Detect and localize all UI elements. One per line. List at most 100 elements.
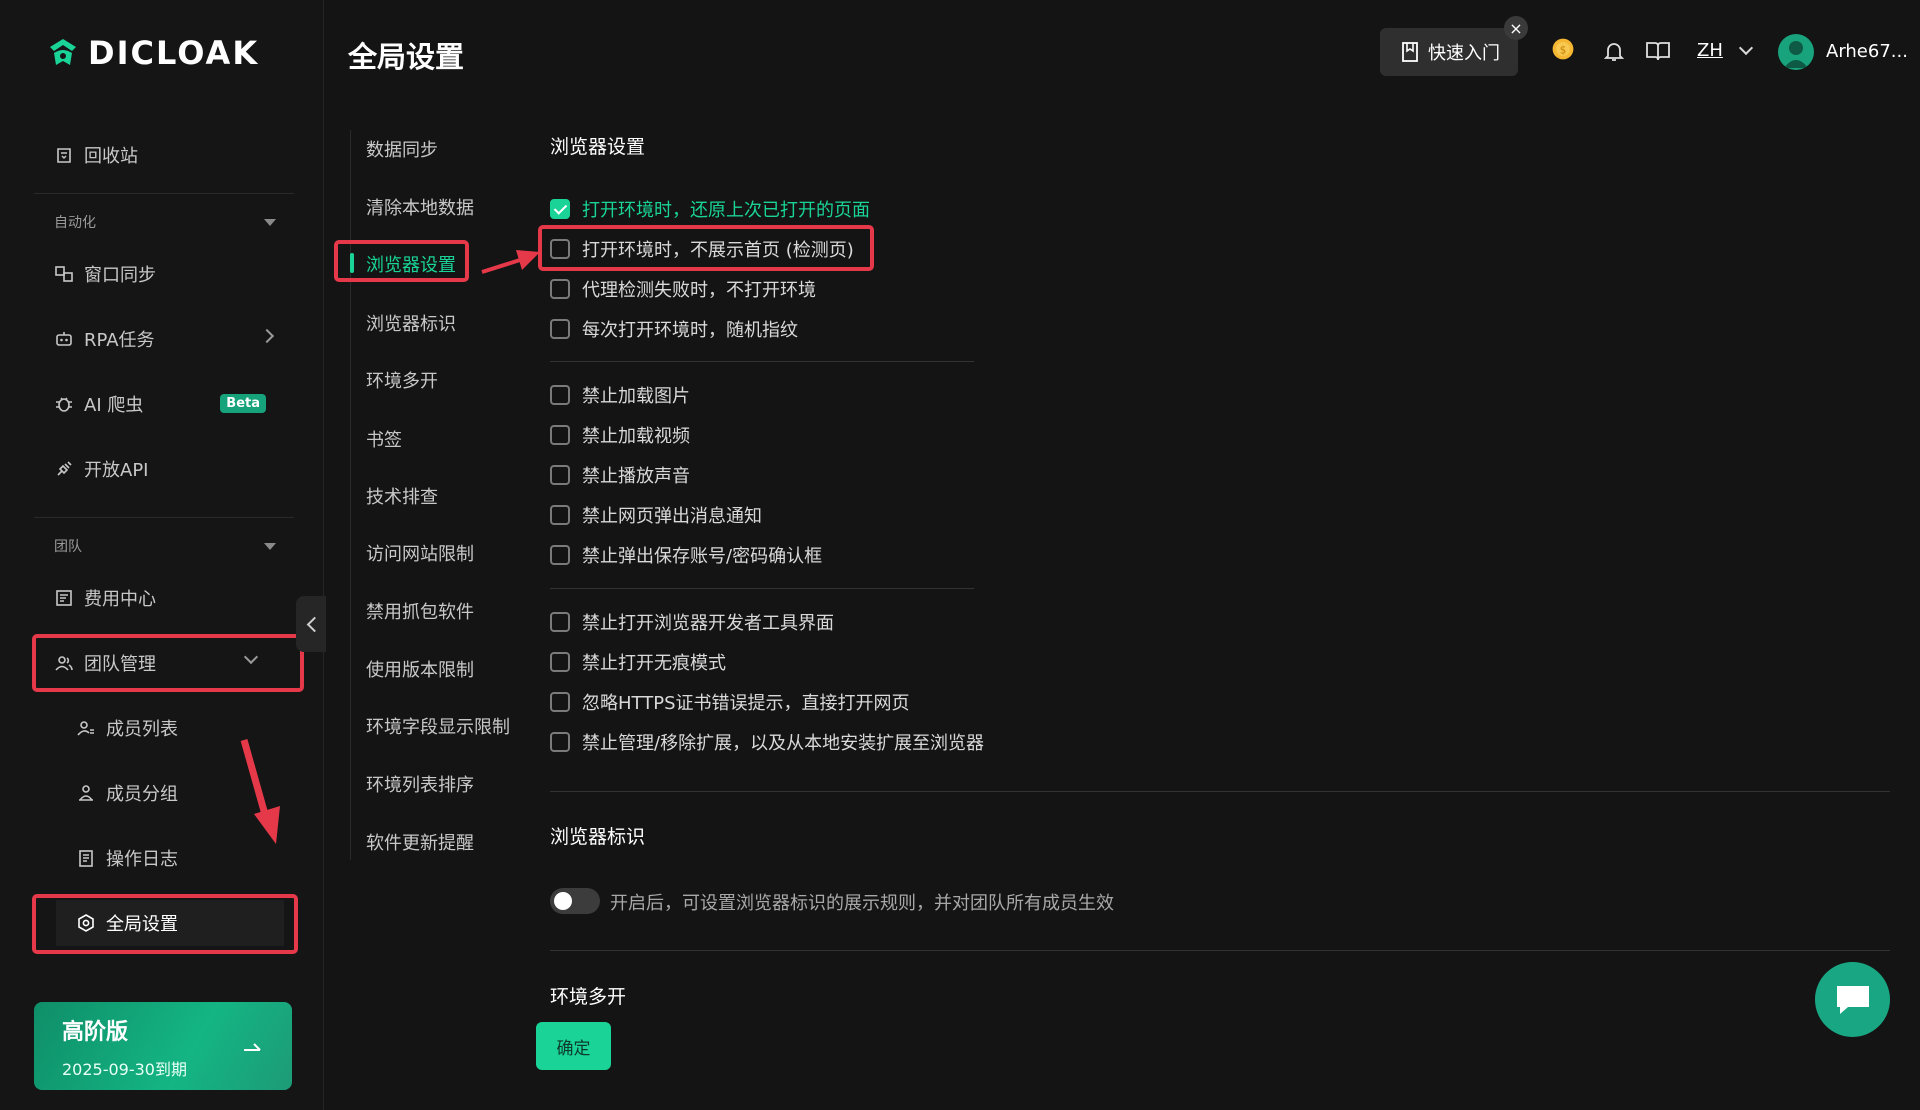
checkbox[interactable] [550,425,570,445]
checkbox-option[interactable]: 禁止加载视频 [550,422,690,448]
checkbox[interactable] [550,692,570,712]
plan-card[interactable]: 高阶版 2025-09-30到期 [34,1002,292,1090]
checkbox-option[interactable]: 禁止网页弹出消息通知 [550,502,762,528]
close-icon[interactable]: × [1504,16,1528,40]
user-list-icon [76,718,96,738]
language-select[interactable]: ZH [1697,40,1753,61]
checkbox-option[interactable]: 代理检测失败时，不打开环境 [550,276,816,302]
brand-logo[interactable]: DICLOAK [48,34,259,72]
coin-icon[interactable]: $ [1550,36,1576,62]
subnav-item[interactable]: 技术排查 [366,483,438,509]
bell-icon[interactable] [1601,38,1627,64]
caret-down-icon [264,218,276,226]
browser-identity-title: 浏览器标识 [550,826,646,848]
subnav-item[interactable]: 禁用抓包软件 [366,598,474,624]
robot-icon [54,329,74,349]
chevron-down-icon [1738,40,1753,55]
subnav-item[interactable]: 访问网站限制 [366,540,474,566]
collapse-sidebar-button[interactable] [296,596,326,652]
browser-settings-title: 浏览器设置 [550,136,646,158]
confirm-button[interactable]: 确定 [536,1022,611,1070]
subnav-item[interactable]: 环境字段显示限制 [366,713,510,739]
checkbox[interactable] [550,505,570,525]
checkbox-label: 禁止打开无痕模式 [582,653,726,674]
checkbox-label: 每次打开环境时，随机指纹 [582,320,798,341]
subnav-item[interactable]: 清除本地数据 [366,194,474,220]
subnav-item[interactable]: 浏览器标识 [366,310,456,336]
group-automation[interactable]: 自动化 [54,212,276,232]
checkbox-label: 禁止加载视频 [582,426,690,447]
sidebar-item-label: 费用中心 [84,589,156,610]
checkbox-option[interactable]: 禁止管理/移除扩展，以及从本地安装扩展至浏览器 [550,729,984,755]
group-team[interactable]: 团队 [54,536,276,556]
chat-support-button[interactable] [1815,962,1890,1037]
divider [34,193,294,194]
checkbox-option[interactable]: 禁止加载图片 [550,382,690,408]
subnav-track [350,130,351,860]
sidebar-item-label: 开放API [84,460,149,481]
sidebar-item-open-api[interactable]: 开放API [34,446,296,492]
checkbox-label: 禁止网页弹出消息通知 [582,506,762,527]
subnav-active-indicator [350,253,354,273]
checkbox-option[interactable]: 每次打开环境时，随机指纹 [550,316,798,342]
sidebar-item-label: 团队管理 [84,654,156,675]
user-name[interactable]: Arhe67... [1826,41,1908,62]
svg-text:$: $ [1560,44,1567,56]
subnav-item[interactable]: 使用版本限制 [366,656,474,682]
checkbox[interactable] [550,732,570,752]
checkbox-label: 忽略HTTPS证书错误提示，直接打开网页 [582,693,910,714]
divider [550,588,974,589]
checkbox-option[interactable]: 打开环境时，不展示首页 (检测页) [550,236,854,262]
subnav-item[interactable]: 书签 [366,426,402,452]
quick-start-label: 快速入门 [1428,43,1500,64]
checkbox[interactable] [550,199,570,219]
checkbox-option[interactable]: 禁止弹出保存账号/密码确认框 [550,542,822,568]
checkbox[interactable] [550,612,570,632]
checkbox-option[interactable]: 忽略HTTPS证书错误提示，直接打开网页 [550,689,910,715]
checkbox-label: 禁止播放声音 [582,466,690,487]
checkbox[interactable] [550,279,570,299]
divider [34,517,294,518]
checkbox[interactable] [550,239,570,259]
sidebar-item-rpa[interactable]: RPA任务 [34,316,296,362]
checkbox-option[interactable]: 禁止打开浏览器开发者工具界面 [550,609,834,635]
group-label: 自动化 [54,215,96,231]
user-group-icon [76,783,96,803]
sidebar-item-global-settings[interactable]: 全局设置 [56,900,284,946]
sidebar-item-billing[interactable]: 费用中心 [34,575,296,621]
browser-identity-toggle[interactable] [550,888,600,914]
subnav-item[interactable]: 数据同步 [366,136,438,162]
quick-start-button[interactable]: 快速入门 [1380,28,1518,76]
sidebar-item-label: AI 爬虫 [84,395,144,416]
sidebar-item-window-sync[interactable]: 窗口同步 [34,251,296,297]
avatar[interactable] [1778,34,1814,70]
browser-identity-desc: 开启后，可设置浏览器标识的展示规则，并对团队所有成员生效 [610,893,1114,914]
subnav-item[interactable]: 浏览器设置 [366,251,456,277]
checkbox[interactable] [550,385,570,405]
docs-book-icon[interactable] [1645,38,1671,64]
red-arrow-right-icon [481,250,540,274]
checkbox[interactable] [550,545,570,565]
subnav-item[interactable]: 环境列表排序 [366,771,474,797]
sidebar-item-label: RPA任务 [84,330,155,351]
checkbox-option[interactable]: 禁止播放声音 [550,462,690,488]
divider [550,361,974,362]
clipboard-icon [76,848,96,868]
divider [550,950,1890,951]
subnav-item[interactable]: 环境多开 [366,367,438,393]
billing-icon [54,588,74,608]
sidebar-item-ai-crawler[interactable]: AI 爬虫 Beta [34,381,296,427]
checkbox-option[interactable]: 打开环境时，还原上次已打开的页面 [550,196,870,222]
checkbox-label: 代理检测失败时，不打开环境 [582,280,816,301]
checkbox-label: 打开环境时，不展示首页 (检测页) [582,240,854,261]
checkbox-option[interactable]: 禁止打开无痕模式 [550,649,726,675]
checkbox-label: 禁止管理/移除扩展，以及从本地安装扩展至浏览器 [582,733,985,754]
chevron-right-icon [259,328,275,344]
subnav-item[interactable]: 软件更新提醒 [366,829,474,855]
checkbox[interactable] [550,465,570,485]
sidebar-item-recycle[interactable]: 回收站 [34,132,296,178]
checkbox[interactable] [550,319,570,339]
chevron-down-icon [243,649,259,665]
sidebar-item-team-management[interactable]: 团队管理 [34,640,296,686]
checkbox[interactable] [550,652,570,672]
